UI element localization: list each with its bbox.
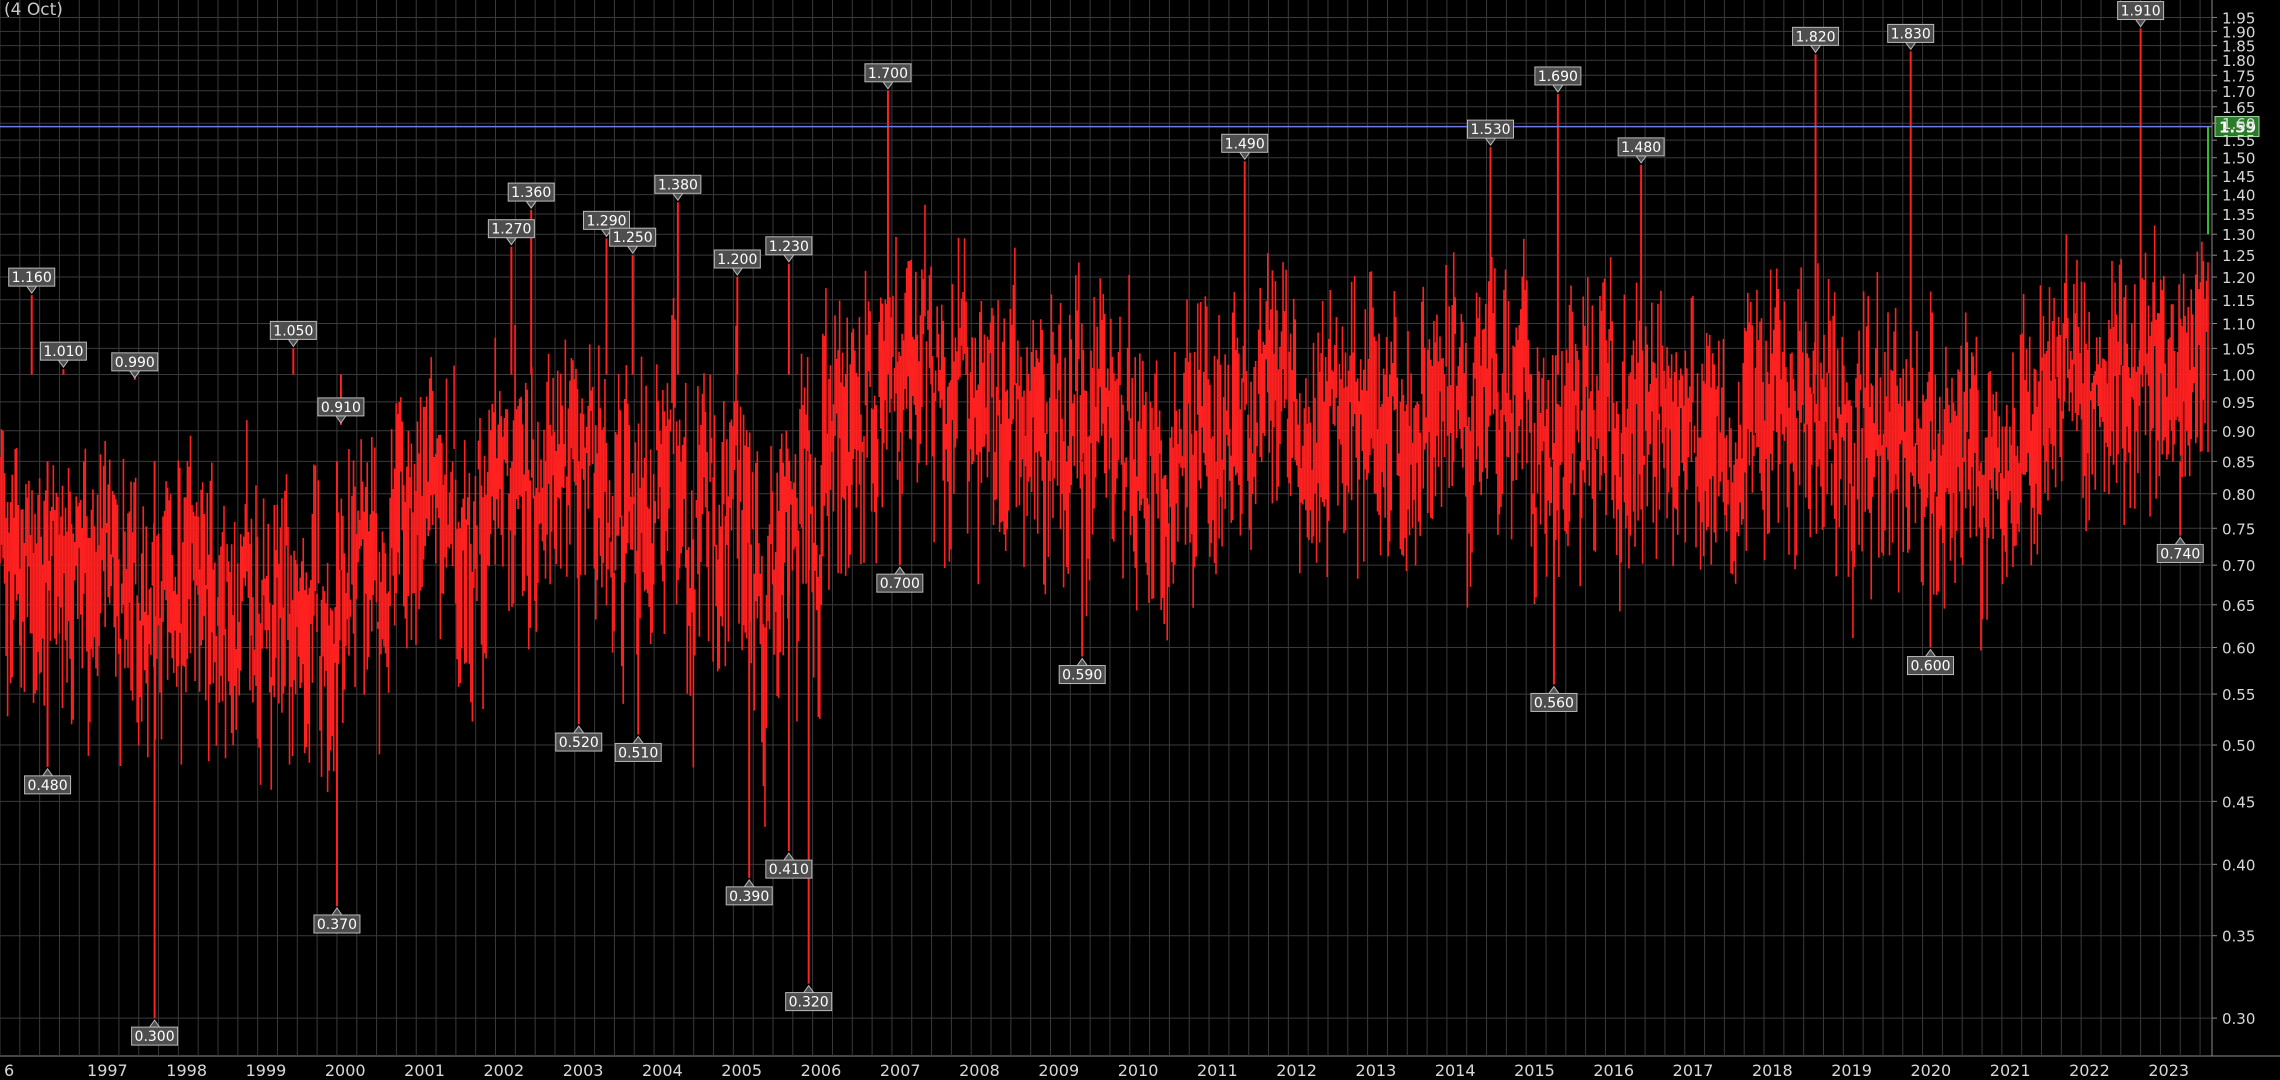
chart-canvas: 1.59 1.1601.0100.9901.0500.9101.2701.360…	[0, 0, 2280, 1080]
x-tick-label: 1998	[166, 1061, 207, 1080]
y-tick-label: 1.55	[2222, 132, 2255, 150]
x-tick-label: 2013	[1356, 1061, 1397, 1080]
y-tick-label: 1.10	[2222, 316, 2255, 334]
high-value-label: 1.360	[511, 185, 551, 201]
high-value-label: 1.010	[43, 344, 83, 360]
high-value-label: 0.910	[321, 400, 361, 416]
x-tick-label: 2002	[483, 1061, 524, 1080]
high-value-label: 1.820	[1796, 29, 1836, 45]
x-tick-label: 2008	[959, 1061, 1000, 1080]
high-value-label: 1.490	[1225, 136, 1265, 152]
y-tick-label: 1.15	[2222, 292, 2255, 310]
x-tick-label: 2015	[1514, 1061, 1555, 1080]
low-value-label: 0.740	[2160, 546, 2200, 562]
low-value-label: 0.480	[28, 778, 68, 794]
high-value-label: 1.160	[12, 270, 52, 286]
y-tick-label: 0.85	[2222, 453, 2255, 471]
y-tick-label: 0.55	[2222, 686, 2255, 704]
x-tick-label: 2021	[1990, 1061, 2031, 1080]
high-value-label: 1.830	[1891, 26, 1931, 42]
x-tick-label: 2004	[642, 1061, 683, 1080]
high-value-label: 1.050	[273, 323, 313, 339]
high-value-label: 1.380	[658, 177, 698, 193]
high-value-label: 1.480	[1621, 140, 1661, 156]
y-tick-label: 0.45	[2222, 793, 2255, 811]
high-value-label: 1.230	[769, 239, 809, 255]
x-tick-label: 2014	[1435, 1061, 1476, 1080]
y-tick-label: 1.50	[2222, 150, 2255, 168]
x-tick-label: 2011	[1197, 1061, 1238, 1080]
x-tick-label: 2020	[1911, 1061, 1952, 1080]
low-value-label: 0.410	[769, 862, 809, 878]
y-tick-label: 1.25	[2222, 247, 2255, 265]
x-tick-label: 2010	[1118, 1061, 1159, 1080]
x-tick-label: 2022	[2069, 1061, 2110, 1080]
x-tick-label: 6	[4, 1061, 14, 1080]
y-tick-label: 0.30	[2222, 1010, 2255, 1028]
high-value-label: 1.270	[491, 222, 531, 238]
x-tick-label: 2023	[2148, 1061, 2189, 1080]
y-tick-label: 1.30	[2222, 226, 2255, 244]
low-value-label: 0.560	[1534, 695, 1574, 711]
x-tick-label: 2017	[1673, 1061, 1714, 1080]
y-tick-label: 1.70	[2222, 83, 2255, 101]
y-tick-label: 0.95	[2222, 394, 2255, 412]
x-tick-label: 2007	[880, 1061, 921, 1080]
y-tick-label: 0.50	[2222, 737, 2255, 755]
y-tick-label: 0.35	[2222, 928, 2255, 946]
y-tick-label: 0.80	[2222, 486, 2255, 504]
high-value-label: 1.690	[1538, 69, 1578, 85]
y-tick-label: 1.95	[2222, 9, 2255, 27]
x-tick-label: 1999	[246, 1061, 287, 1080]
high-value-label: 1.200	[717, 252, 757, 268]
y-tick-label: 0.65	[2222, 597, 2255, 615]
x-tick-label: 2001	[404, 1061, 445, 1080]
y-tick-label: 1.45	[2222, 168, 2255, 186]
low-value-label: 0.600	[1910, 659, 1950, 675]
y-tick-label: 0.70	[2222, 557, 2255, 575]
high-value-label: 1.910	[2121, 4, 2161, 20]
high-value-label: 1.530	[1470, 122, 1510, 138]
x-tick-label: 1997	[87, 1061, 128, 1080]
y-tick-label: 1.40	[2222, 187, 2255, 205]
x-tick-label: 2000	[325, 1061, 366, 1080]
x-tick-label: 2006	[801, 1061, 842, 1080]
low-value-label: 0.510	[618, 745, 658, 761]
x-tick-label: 2003	[563, 1061, 604, 1080]
x-tick-label: 2019	[1831, 1061, 1872, 1080]
low-value-label: 0.700	[880, 576, 920, 592]
x-tick-label: 2016	[1593, 1061, 1634, 1080]
y-tick-label: 1.60	[2222, 115, 2255, 133]
x-tick-label: 2005	[721, 1061, 762, 1080]
y-tick-label: 1.05	[2222, 340, 2255, 358]
x-tick-label: 2018	[1752, 1061, 1793, 1080]
low-value-label: 0.390	[729, 889, 769, 905]
low-value-label: 0.300	[135, 1029, 175, 1045]
low-value-label: 0.370	[317, 917, 357, 933]
y-tick-label: 1.20	[2222, 269, 2255, 287]
y-tick-label: 1.65	[2222, 99, 2255, 117]
y-tick-label: 0.60	[2222, 640, 2255, 658]
y-tick-label: 0.75	[2222, 520, 2255, 538]
y-tick-label: 1.35	[2222, 206, 2255, 224]
x-tick-label: 2009	[1038, 1061, 1079, 1080]
y-tick-label: 1.00	[2222, 366, 2255, 384]
low-value-label: 0.520	[559, 735, 599, 751]
high-value-label: 1.250	[613, 230, 653, 246]
high-value-label: 1.700	[868, 66, 908, 82]
y-tick-label: 0.40	[2222, 856, 2255, 874]
low-value-label: 0.320	[789, 995, 829, 1011]
low-value-label: 0.590	[1062, 668, 1102, 684]
high-value-label: 1.290	[586, 213, 626, 229]
chart-corner-label: (4 Oct)	[4, 0, 63, 20]
x-tick-label: 2012	[1276, 1061, 1317, 1080]
high-value-label: 0.990	[115, 355, 155, 371]
y-tick-label: 0.90	[2222, 423, 2255, 441]
